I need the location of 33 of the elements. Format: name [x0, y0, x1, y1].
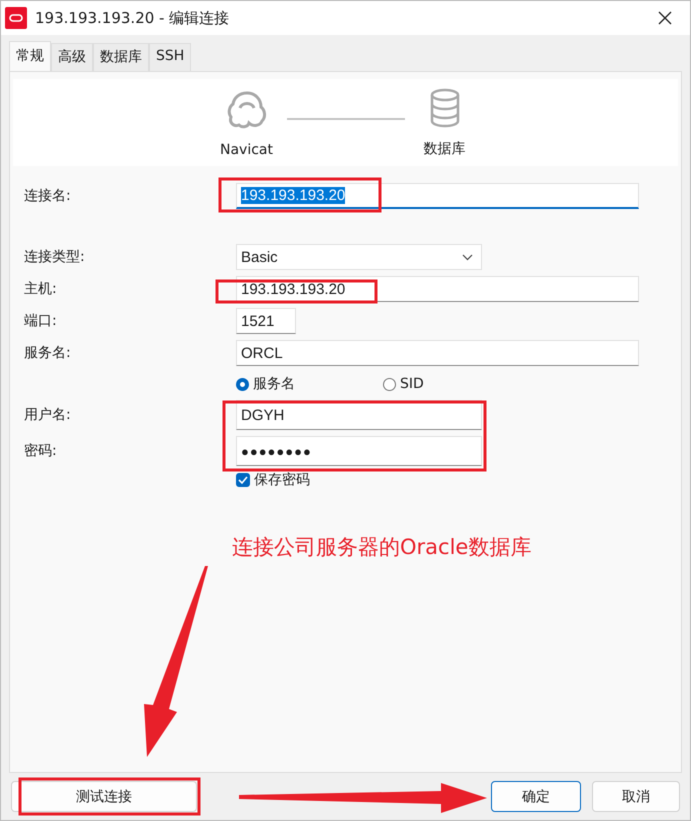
chevron-down-icon	[462, 254, 473, 260]
field-label: 端口:	[23, 312, 58, 330]
database-icon	[428, 88, 460, 128]
field-label: 密码:	[23, 442, 58, 460]
field-label: 连接类型:	[23, 248, 86, 266]
save-password-checkbox[interactable]: 保存密码	[236, 471, 310, 489]
radio-option[interactable]: SID	[383, 376, 530, 392]
tab[interactable]: 常规	[9, 41, 51, 71]
host-field[interactable]: 193.193.193.20	[236, 276, 639, 302]
window-title: 193.193.193.20 - 编辑连接	[35, 8, 230, 28]
field-label: 连接名:	[23, 187, 72, 205]
cancel-button[interactable]: 取消	[592, 781, 680, 812]
field-label: 服务名:	[23, 344, 72, 362]
username-field[interactable]: DGYH	[236, 400, 482, 430]
field-label: 主机:	[23, 280, 58, 298]
ok-button[interactable]: 确定	[491, 781, 581, 812]
service-name-field[interactable]: ORCL	[236, 340, 639, 366]
test-connection-button[interactable]: 测试连接	[11, 781, 197, 812]
annotation-text: 连接公司服务器的Oracle数据库	[232, 534, 532, 561]
app-icon	[5, 7, 27, 29]
field-label: 用户名:	[23, 406, 72, 424]
tab[interactable]: 高级	[51, 43, 93, 71]
close-icon[interactable]	[658, 11, 672, 25]
tab[interactable]: 数据库	[93, 43, 149, 71]
radio-option[interactable]: 服务名	[236, 375, 383, 393]
target-label: 数据库	[424, 140, 466, 158]
password-field[interactable]: ●●●●●●●●	[236, 436, 482, 466]
connection-type-dropdown[interactable]: Basic	[236, 244, 482, 270]
tab[interactable]: SSH	[149, 43, 192, 71]
checkmark-icon	[237, 474, 249, 486]
connection-name-field[interactable]: 193.193.193.20	[236, 183, 639, 209]
port-field[interactable]: 1521	[236, 308, 296, 334]
source-label: Navicat	[220, 142, 273, 158]
